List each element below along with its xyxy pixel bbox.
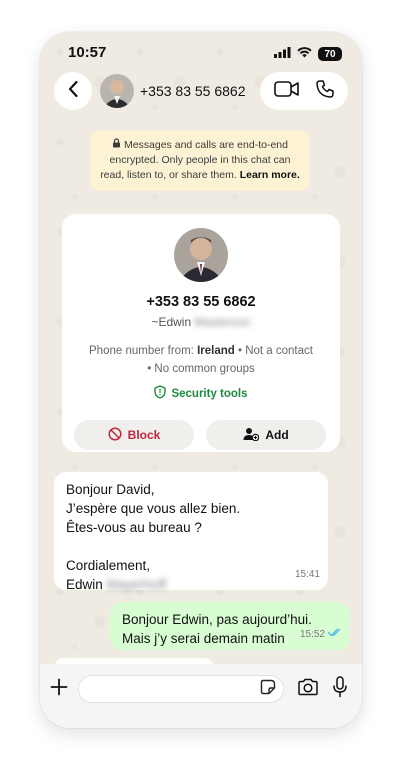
signal-icon — [274, 45, 291, 63]
origin-suffix: • Not a contact — [237, 345, 313, 357]
contact-card-name: ~Edwin Masterson — [62, 315, 340, 329]
add-contact-button[interactable]: Add — [206, 420, 326, 450]
sticker-icon — [260, 679, 276, 700]
message-input-bar — [40, 664, 362, 728]
lock-icon — [112, 138, 124, 151]
message-time: 15:52 — [299, 629, 325, 640]
status-icons: 70 — [274, 45, 342, 63]
signature-name: Edwin — [66, 577, 103, 592]
phone-frame: 10:57 70 +353 83 55 6862 Messages and ca… — [40, 32, 362, 728]
message-line: Cordialement, — [66, 558, 151, 573]
status-time: 10:57 — [68, 44, 107, 61]
contact-avatar[interactable] — [100, 74, 134, 108]
wifi-icon — [297, 45, 312, 63]
message-time: 15:41 — [294, 569, 320, 580]
battery-icon: 70 — [318, 47, 342, 61]
message-meta: 15:52 — [300, 625, 342, 644]
call-actions — [260, 72, 348, 110]
header-phone-number[interactable]: +353 83 55 6862 — [140, 83, 246, 99]
incoming-message[interactable]: Bonjour David, J’espère que vous allez b… — [54, 472, 328, 592]
message-signature: Edwin Mayerhoff — [66, 575, 316, 594]
message-line: J’espère que vous allez bien. — [66, 501, 241, 516]
signature-blurred: Mayerhoff — [106, 577, 167, 592]
microphone-button[interactable] — [330, 675, 350, 703]
security-tools-label: Security tools — [171, 387, 248, 400]
block-button[interactable]: Block — [74, 420, 194, 450]
contact-name-blurred: Masterson — [194, 315, 251, 329]
double-check-icon — [327, 625, 342, 644]
block-label: Block — [127, 428, 161, 442]
message-input[interactable] — [78, 675, 284, 703]
add-person-icon — [243, 427, 260, 444]
message-line: Êtes-vous au bureau ? — [66, 520, 202, 535]
shield-icon — [154, 385, 167, 402]
message-line — [66, 537, 316, 556]
security-tools-link[interactable]: Security tools — [62, 385, 340, 402]
origin-country: Ireland — [197, 345, 235, 357]
attach-button[interactable] — [48, 678, 70, 700]
contact-card-avatar[interactable] — [174, 228, 228, 282]
common-groups: • No common groups — [147, 363, 255, 375]
camera-button[interactable] — [296, 678, 320, 700]
contact-info-card: +353 83 55 6862 ~Edwin Masterson Phone n… — [62, 214, 340, 452]
camera-icon — [297, 678, 319, 701]
outgoing-message[interactable]: Bonjour Edwin, pas aujourd’hui. Mais j’y… — [110, 602, 350, 650]
sticker-button[interactable] — [258, 679, 278, 699]
status-bar: 10:57 70 — [40, 32, 362, 72]
block-icon — [108, 426, 122, 444]
video-call-icon[interactable] — [273, 80, 300, 103]
phone-icon[interactable] — [315, 79, 335, 104]
add-label: Add — [265, 428, 289, 442]
origin-label: Phone number from: — [89, 345, 194, 357]
chevron-left-icon — [67, 80, 79, 103]
contact-card-phone: +353 83 55 6862 — [146, 294, 256, 310]
contact-origin-info: Phone number from: Ireland • Not a conta… — [62, 342, 340, 378]
message-line: Bonjour David, — [66, 482, 155, 497]
contact-name-prefix: ~Edwin — [151, 315, 192, 329]
encryption-notice[interactable]: Messages and calls are end-to-end encryp… — [90, 130, 310, 191]
back-button[interactable] — [54, 72, 92, 110]
plus-icon — [50, 678, 68, 701]
microphone-icon — [332, 675, 348, 703]
chat-header: +353 83 55 6862 — [40, 72, 362, 114]
learn-more-link[interactable]: Learn more. — [240, 169, 300, 181]
